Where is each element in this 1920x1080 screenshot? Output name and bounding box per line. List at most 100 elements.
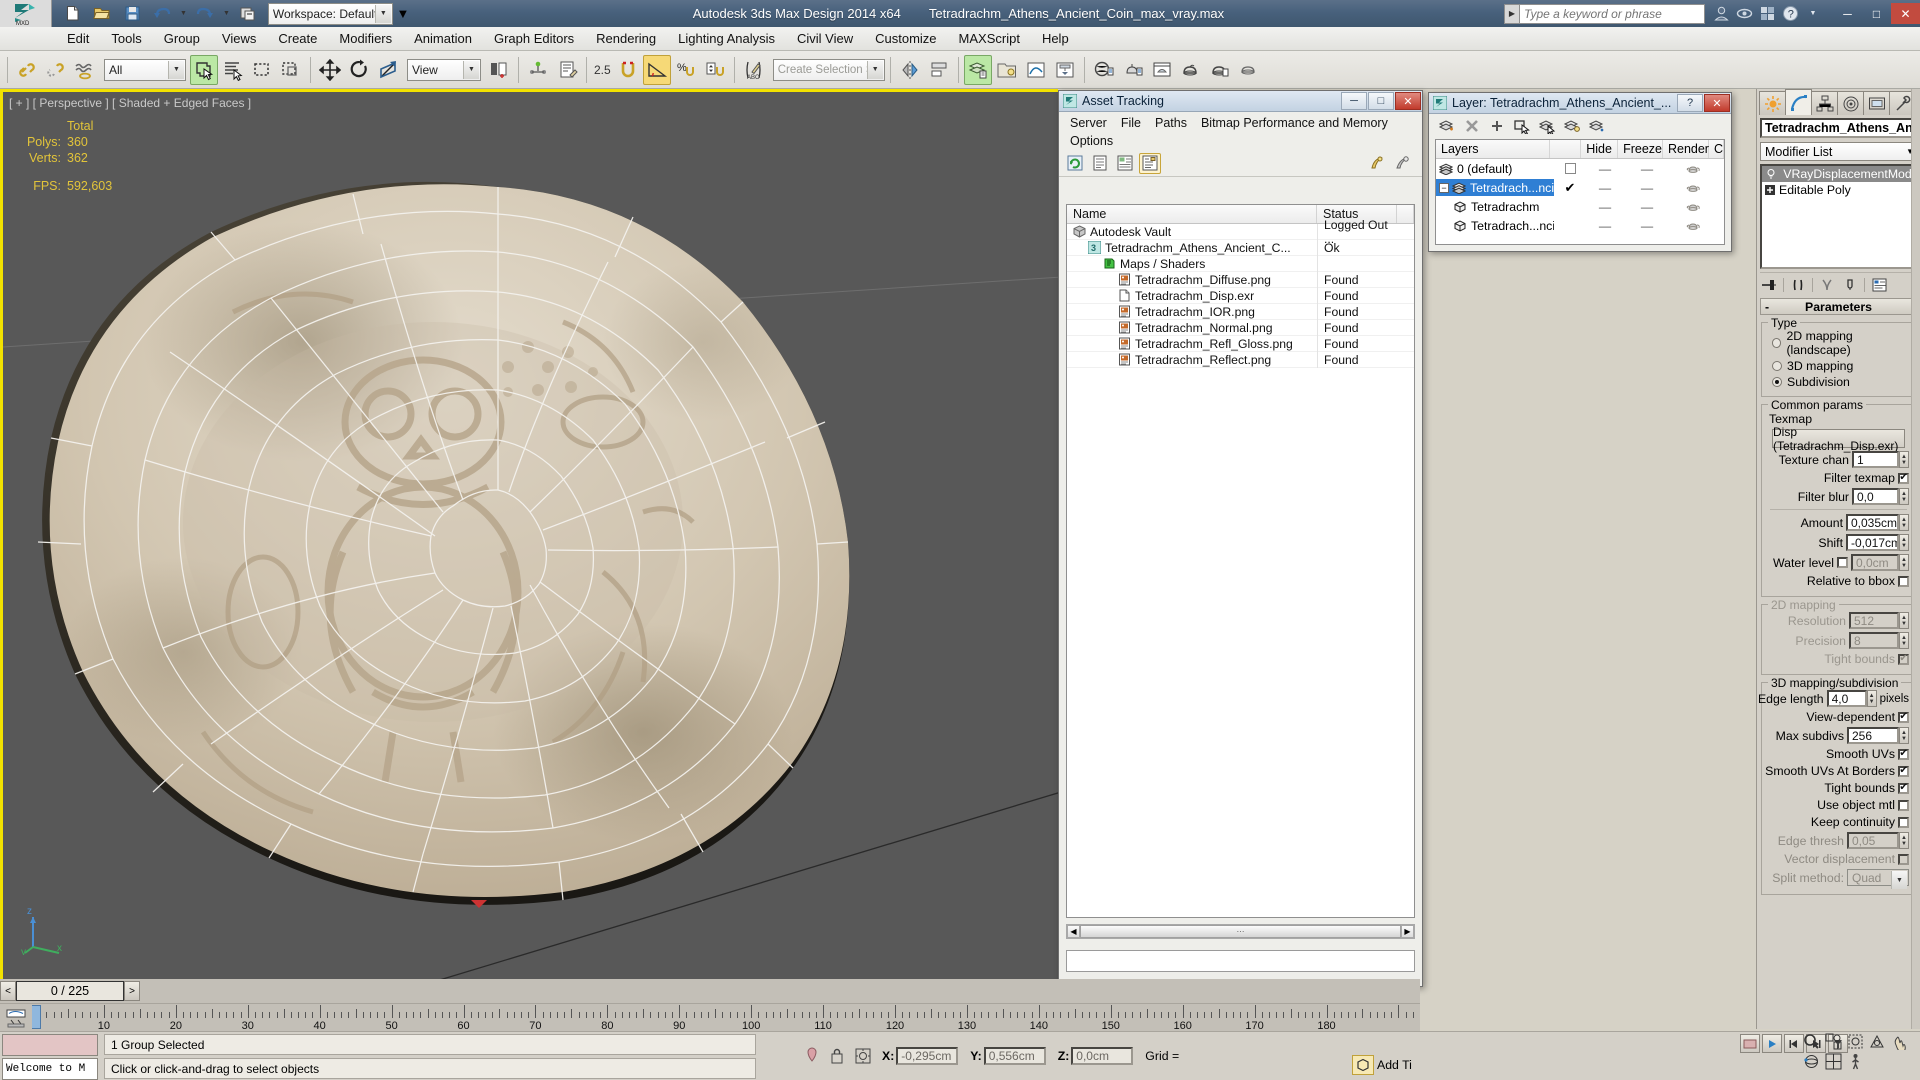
layer-color-cell[interactable] (1716, 178, 1724, 197)
orbit-icon[interactable] (1800, 1051, 1822, 1071)
parameters-rollout-header[interactable]: - Parameters (1760, 298, 1917, 315)
perspective-viewport[interactable]: [ + ] [ Perspective ] [ Shaded + Edged F… (0, 89, 1058, 979)
menu-item-edit[interactable]: Edit (56, 28, 100, 49)
spinner-icon[interactable]: ▲▼ (1899, 488, 1909, 505)
coin-model[interactable] (3, 92, 1058, 979)
highlight-selected-objects-icon[interactable] (1562, 117, 1581, 136)
asset-row[interactable]: Tetradrachm_Diffuse.pngFound (1067, 272, 1414, 288)
select-and-rotate-icon[interactable] (345, 55, 373, 85)
listener-pink-bar[interactable] (2, 1034, 98, 1056)
zoom-icon[interactable] (1800, 1031, 1822, 1051)
play-icon[interactable] (1762, 1034, 1782, 1053)
curve-editor-icon[interactable] (1022, 55, 1050, 85)
search-dropdown-icon[interactable]: ▶ (1504, 4, 1520, 24)
menu-item-modifiers[interactable]: Modifiers (328, 28, 403, 49)
asset-menu-options[interactable]: Options (1063, 132, 1120, 150)
make-unique-icon[interactable] (1818, 276, 1836, 294)
select-by-name-icon[interactable] (219, 55, 247, 85)
spinner-icon[interactable]: ▲▼ (1899, 612, 1909, 629)
exchange-apps-icon[interactable] (1757, 4, 1777, 24)
rendered-frame-window-icon[interactable] (1148, 55, 1176, 85)
tight-bounds-2d-checkbox[interactable]: ✔ (1898, 654, 1909, 665)
chevron-down-icon[interactable]: ▼ (867, 61, 883, 79)
minimize-button[interactable]: ─ (1833, 3, 1862, 24)
undo-dropdown-arrow-icon[interactable]: ▼ (178, 10, 189, 17)
select-and-move-icon[interactable] (316, 55, 344, 85)
layer-color-cell[interactable] (1716, 197, 1724, 216)
menu-item-create[interactable]: Create (267, 28, 328, 49)
asset-tracking-window[interactable]: Asset Tracking ─ □ ✕ ServerFilePathsBitm… (1058, 90, 1423, 987)
menu-item-help[interactable]: Help (1031, 28, 1080, 49)
expand-collapse-icon[interactable]: − (1439, 183, 1449, 193)
add-time-tag-icon[interactable] (1352, 1055, 1374, 1075)
delete-layer-icon[interactable] (1462, 117, 1481, 136)
column-freeze[interactable]: Freeze (1618, 140, 1663, 158)
help-icon[interactable] (1366, 153, 1388, 174)
active-shade-icon[interactable] (1235, 55, 1263, 85)
layer-row[interactable]: Tetradrach...nci—— (1436, 216, 1724, 235)
walkthrough-icon[interactable] (1844, 1051, 1866, 1071)
radio-icon[interactable] (1772, 361, 1782, 371)
chevron-down-icon[interactable]: ▼ (1891, 871, 1907, 889)
mirror-icon[interactable] (896, 55, 924, 85)
rectangular-selection-region-icon[interactable] (248, 55, 276, 85)
layer-row[interactable]: 0 (default)—— (1436, 159, 1724, 178)
scroll-thumb[interactable]: ⋯ (1080, 925, 1401, 938)
field-of-view-icon[interactable] (1866, 1031, 1888, 1051)
spinner-icon[interactable]: ▲▼ (1899, 514, 1909, 531)
search-input[interactable] (1520, 4, 1705, 24)
radio-2d-mapping[interactable]: 2D mapping (landscape) (1772, 329, 1911, 357)
about-icon[interactable] (1392, 153, 1414, 174)
spinner-icon[interactable]: ▲▼ (1899, 451, 1909, 468)
time-cursor[interactable] (32, 1005, 41, 1029)
asset-row[interactable]: Tetradrachm_Reflect.pngFound (1067, 352, 1414, 368)
radio-subdivision[interactable]: Subdivision (1772, 375, 1911, 389)
motion-tab[interactable] (1837, 91, 1864, 115)
display-tab[interactable] (1863, 91, 1890, 115)
menu-item-tools[interactable]: Tools (100, 28, 152, 49)
pan-icon[interactable] (1888, 1031, 1910, 1051)
layer-freeze-cell[interactable]: — (1624, 159, 1670, 178)
unlink-selection-icon[interactable] (42, 55, 70, 85)
reference-coordinate-combo[interactable]: View ▼ (407, 59, 481, 81)
angle-snap-icon[interactable] (643, 55, 671, 85)
layer-list[interactable]: Layers Hide Freeze Render C 0 (default)—… (1435, 139, 1725, 245)
layer-current-cell[interactable] (1554, 216, 1586, 235)
layer-color-cell[interactable] (1716, 159, 1724, 178)
layer-render-cell[interactable] (1670, 197, 1716, 216)
object-name-field[interactable] (1760, 118, 1920, 138)
absolute-relative-mode-icon[interactable] (854, 1047, 872, 1065)
water-level-checkbox[interactable] (1837, 557, 1848, 568)
asset-row[interactable]: Tetradrachm_Refl_Gloss.pngFound (1067, 336, 1414, 352)
layer-current-checkbox[interactable] (1565, 163, 1576, 174)
relative-to-bbox-checkbox[interactable] (1898, 576, 1909, 587)
workspace-combo[interactable]: Workspace: Default ▼ (268, 3, 393, 25)
menu-item-rendering[interactable]: Rendering (585, 28, 667, 49)
project-folder-icon[interactable] (234, 0, 262, 29)
layer-titlebar[interactable]: Layer: Tetradrachm_Athens_Ancient_... ? … (1429, 93, 1731, 114)
workspace-menu-icon[interactable]: ▼ (393, 0, 413, 29)
spinner-snap-icon[interactable] (701, 55, 729, 85)
tree-view-icon[interactable] (1139, 153, 1161, 174)
render-production-icon[interactable] (1177, 55, 1205, 85)
use-selection-center-icon[interactable] (524, 55, 552, 85)
show-end-result-icon[interactable] (1789, 276, 1807, 294)
layer-current-cell[interactable] (1554, 197, 1586, 216)
listener-text[interactable]: Welcome to M (2, 1058, 98, 1080)
spinner-icon[interactable]: ▲▼ (1899, 534, 1909, 551)
modifier-list-combo[interactable]: Modifier List ▼ (1760, 142, 1917, 161)
spinner-icon[interactable]: ▲▼ (1867, 690, 1877, 707)
layer-color-cell[interactable] (1716, 216, 1724, 235)
use-pivot-center-icon[interactable] (485, 55, 513, 85)
resolution-field[interactable] (1849, 612, 1899, 629)
prev-frame-button[interactable]: < (0, 981, 16, 1001)
edge-length-field[interactable] (1827, 690, 1867, 707)
layer-freeze-cell[interactable]: — (1624, 216, 1670, 235)
select-and-scale-icon[interactable] (374, 55, 402, 85)
maxscript-mini-listener[interactable]: Welcome to M (0, 1032, 100, 1080)
radio-icon[interactable] (1772, 338, 1781, 348)
asset-row[interactable]: Autodesk VaultLogged Out ... (1067, 224, 1414, 240)
sign-in-icon[interactable] (1711, 4, 1731, 24)
coord-z-field[interactable] (1071, 1047, 1133, 1065)
redo-dropdown-arrow-icon[interactable]: ▼ (221, 10, 232, 17)
